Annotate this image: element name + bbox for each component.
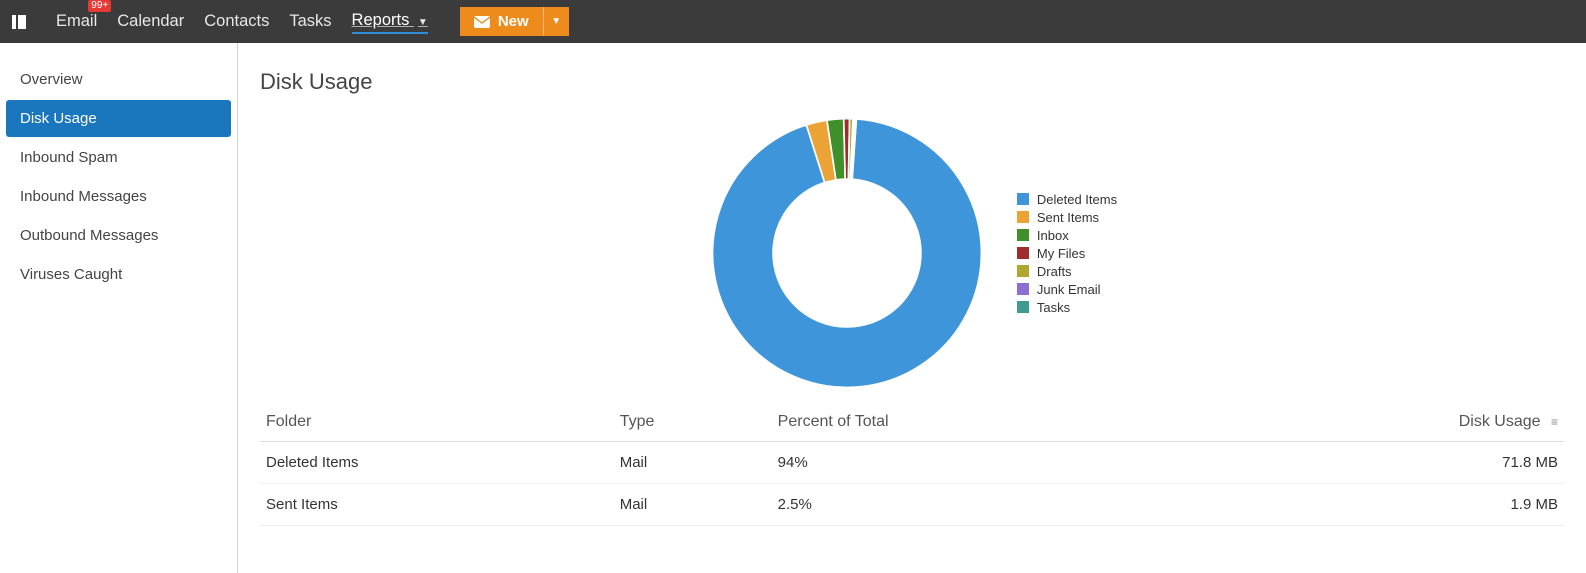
legend-swatch [1017,193,1029,205]
legend-swatch [1017,283,1029,295]
nav-reports-label: Reports [352,11,410,29]
col-label: Type [620,413,655,430]
donut-chart: 94.0% [707,113,987,393]
legend-item[interactable]: Sent Items [1017,210,1117,225]
sidebar-item-label: Overview [20,71,83,88]
legend-swatch [1017,265,1029,277]
table-cell: Mail [614,484,772,526]
table-cell: 71.8 MB [1187,442,1564,484]
legend-label: Tasks [1037,300,1070,315]
col-label: Folder [266,413,311,430]
legend-item[interactable]: Inbox [1017,228,1117,243]
col-label: Percent of Total [778,413,889,430]
main-content: Disk Usage 94.0% Deleted ItemsSent Items… [238,43,1586,573]
table-cell: 2.5% [772,484,1188,526]
top-nav: Email 99+ Calendar Contacts Tasks Report… [0,0,1586,43]
nav-contacts[interactable]: Contacts [204,10,269,33]
page-title: Disk Usage [260,69,1564,95]
nav-calendar[interactable]: Calendar [117,10,184,33]
email-badge: 99+ [88,0,111,12]
mail-icon [474,16,490,28]
report-sidebar: Overview Disk Usage Inbound Spam Inbound… [0,43,238,573]
col-type[interactable]: Type [614,403,772,442]
disk-usage-chart: 94.0% Deleted Items Sent Items Inbox My Fil… [260,113,1564,393]
table-cell: 94% [772,442,1188,484]
sidebar-item-inbound-messages[interactable]: Inbound Messages [6,178,231,215]
sidebar-item-label: Disk Usage [20,110,97,127]
new-button[interactable]: New [460,7,543,36]
sidebar-item-label: Inbound Messages [20,188,147,205]
table-cell: Sent Items [260,484,614,526]
new-button-group: New ▼ [460,7,569,36]
legend-swatch [1017,211,1029,223]
sidebar-item-label: Inbound Spam [20,149,118,166]
col-label: Disk Usage [1459,413,1541,430]
chevron-down-icon: ▼ [418,17,428,28]
col-disk-usage[interactable]: Disk Usage ≡ [1187,403,1564,442]
sidebar-item-inbound-spam[interactable]: Inbound Spam [6,139,231,176]
legend-label: Inbox [1037,228,1069,243]
legend-label: Deleted Items [1037,192,1117,207]
table-cell: Mail [614,442,772,484]
legend-swatch [1017,301,1029,313]
nav-email-label: Email [56,12,97,30]
table-cell: Deleted Items [260,442,614,484]
sidebar-item-outbound-messages[interactable]: Outbound Messages [6,217,231,254]
nav-contacts-label: Contacts [204,12,269,30]
legend-label: Drafts [1037,264,1072,279]
sidebar-item-label: Viruses Caught [20,266,122,283]
filter-icon: ≡ [1551,415,1558,429]
legend-item[interactable]: My Files [1017,246,1117,261]
col-percent[interactable]: Percent of Total [772,403,1188,442]
new-button-label: New [498,13,529,30]
legend-label: Junk Email [1037,282,1101,297]
col-folder[interactable]: Folder [260,403,614,442]
nav-tasks[interactable]: Tasks [289,10,331,33]
sidebar-item-disk-usage[interactable]: Disk Usage [6,100,231,137]
chart-legend: Deleted Items Sent Items Inbox My Files Draf… [1017,189,1117,318]
sidebar-item-label: Outbound Messages [20,227,158,244]
legend-item[interactable]: Tasks [1017,300,1117,315]
legend-label: My Files [1037,246,1085,261]
legend-item[interactable]: Drafts [1017,264,1117,279]
new-button-dropdown[interactable]: ▼ [543,7,569,36]
legend-label: Sent Items [1037,210,1099,225]
legend-swatch [1017,229,1029,241]
disk-usage-table: Folder Type Percent of Total Disk Usage … [260,403,1564,526]
legend-swatch [1017,247,1029,259]
nav-email[interactable]: Email 99+ [56,10,97,33]
table-row[interactable]: Sent ItemsMail2.5%1.9 MB [260,484,1564,526]
sidebar-item-overview[interactable]: Overview [6,61,231,98]
nav-tasks-label: Tasks [289,12,331,30]
sidebar-item-viruses-caught[interactable]: Viruses Caught [6,256,231,293]
legend-item[interactable]: Deleted Items [1017,192,1117,207]
legend-item[interactable]: Junk Email [1017,282,1117,297]
app-menu-icon[interactable] [10,13,28,31]
nav-calendar-label: Calendar [117,12,184,30]
table-cell: 1.9 MB [1187,484,1564,526]
nav-reports[interactable]: Reports ▼ [352,9,428,34]
table-row[interactable]: Deleted ItemsMail94%71.8 MB [260,442,1564,484]
